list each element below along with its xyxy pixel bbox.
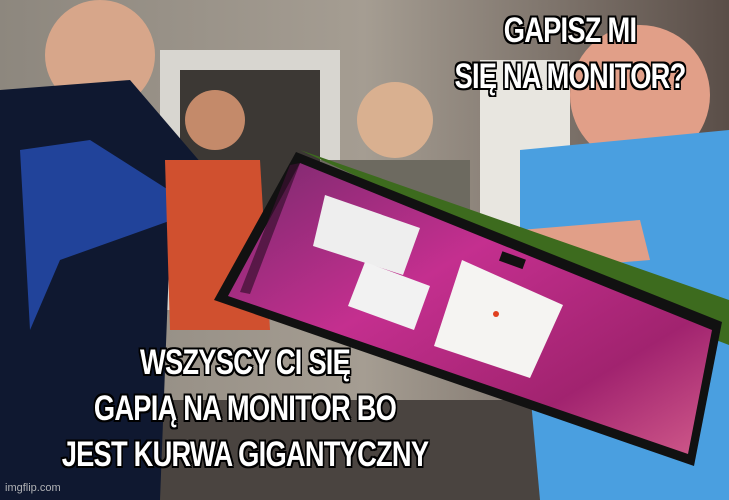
bottom-caption: WSZYSCY CI SIĘ GAPIĄ NA MONITOR BO JEST … [0,340,499,478]
bottom-caption-line: GAPIĄ NA MONITOR BO [93,389,397,428]
person-woman-head [185,90,245,150]
bottom-caption-line: WSZYSCY CI SIĘ [139,343,351,382]
imgflip-watermark: imgflip.com [5,482,61,494]
top-caption-line: SIĘ NA MONITOR? [454,57,687,96]
browser-logo-icon [493,311,499,317]
top-caption: GAPISZ MI SIĘ NA MONITOR? [414,8,726,100]
top-caption-line: GAPISZ MI [503,11,637,50]
bottom-caption-line: JEST KURWA GIGANTYCZNY [61,435,429,474]
